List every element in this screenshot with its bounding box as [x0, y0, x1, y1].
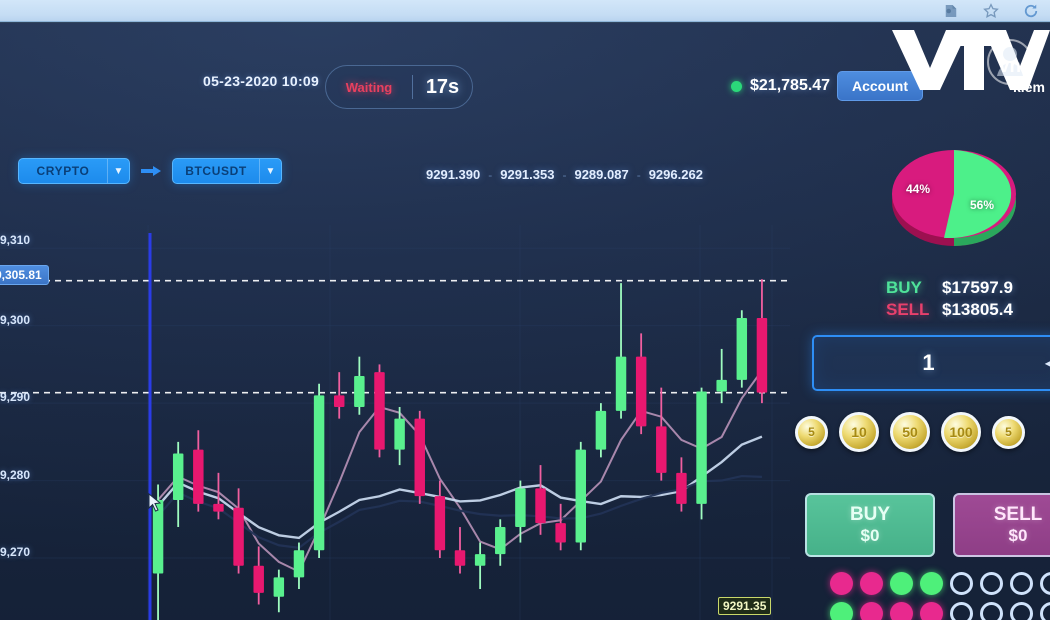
chevron-down-icon: ▼: [259, 159, 281, 183]
round-status-pill: Waiting 17s: [325, 65, 473, 109]
sell-total-value: $13805.4: [942, 300, 1013, 319]
sync-refresh-icon[interactable]: [1022, 2, 1040, 20]
sell-button[interactable]: SELL $0: [953, 493, 1050, 557]
buy-button[interactable]: BUY $0: [805, 493, 935, 557]
history-dot-pink: [830, 572, 853, 595]
trade-history-dots: [830, 572, 1050, 620]
pie-chart-svg: [892, 150, 1016, 246]
buy-total-label: BUY: [886, 278, 922, 297]
history-row: [830, 602, 1050, 620]
candlestick-chart[interactable]: 9291.35: [0, 225, 790, 620]
status-badge: Waiting: [345, 79, 393, 95]
chevron-left-icon[interactable]: ◀: [1045, 353, 1050, 373]
last-price-tag: 9291.35: [718, 597, 772, 615]
ohlc-separator: -: [488, 167, 493, 182]
sell-button-amount: $0: [1008, 526, 1028, 546]
history-dot-pink: [890, 602, 913, 620]
ohlc-high: 9296.262: [648, 167, 703, 182]
highlighted-price-badge: 9,305.81: [0, 265, 49, 285]
history-dot-green: [830, 602, 853, 620]
ohlc-separator: -: [562, 167, 567, 182]
session-datetime: 05-23-2020 10:09: [203, 73, 320, 89]
extension-icon[interactable]: [942, 2, 960, 20]
top-status-bar: 05-23-2020 10:09 Waiting 17s $21,785.47 …: [0, 23, 1050, 109]
buy-sell-totals: BUY $17597.9 SELL $13805.4: [886, 278, 1046, 322]
history-dot-pink: [860, 602, 883, 620]
mouse-cursor-icon: [148, 493, 162, 512]
chip-5[interactable]: 5: [992, 415, 1025, 449]
price-axis: 9,305.81 9,310 9,300 9,290 9,280 9,270: [0, 225, 70, 620]
balance-display: $21,785.47: [731, 77, 830, 95]
history-dot-empty: [950, 602, 973, 620]
chip-100[interactable]: 100: [941, 412, 981, 452]
trade-action-row: BUY $0 SELL $0: [805, 493, 1050, 557]
history-dot-pink: [860, 572, 883, 595]
trading-pair-dropdown[interactable]: BTCUSDT ▼: [172, 158, 282, 184]
price-axis-label: 9,310: [0, 233, 31, 247]
account-button[interactable]: Account: [837, 71, 923, 101]
history-dot-empty: [1040, 602, 1050, 620]
history-dot-empty: [1040, 572, 1050, 595]
history-dot-pink: [920, 602, 943, 620]
overlay-caption: kiem: [1013, 79, 1045, 95]
sell-total-row: SELL $13805.4: [886, 300, 1046, 320]
price-axis-label: 9,290: [0, 390, 31, 404]
buy-button-label: BUY: [849, 504, 891, 526]
chip-amount-row: 5 10 50 100 5: [795, 412, 1025, 452]
price-axis-label: 9,280: [0, 468, 31, 482]
buy-total-value: $17597.9: [942, 278, 1013, 297]
market-type-dropdown[interactable]: CRYPTO ▼: [18, 158, 130, 184]
price-axis-label: 9,270: [0, 545, 31, 559]
history-dot-empty: [980, 602, 1003, 620]
trade-amount-value: 1: [922, 350, 935, 375]
market-type-label: CRYPTO: [36, 164, 90, 178]
chip-5[interactable]: 5: [795, 415, 828, 449]
pie-sell-percent: 44%: [906, 182, 931, 196]
countdown-timer: 17s: [425, 75, 460, 98]
browser-toolbar: [0, 0, 1050, 22]
buy-button-amount: $0: [860, 526, 880, 546]
history-dot-green: [890, 572, 913, 595]
ohlc-separator: -: [636, 167, 641, 182]
chevron-down-icon: ▼: [107, 159, 129, 183]
bookmark-star-icon[interactable]: [982, 2, 1000, 20]
history-dot-empty: [1010, 572, 1033, 595]
trade-amount-input[interactable]: 1 ◀: [812, 335, 1050, 391]
screen-root: 05-23-2020 10:09 Waiting 17s $21,785.47 …: [0, 0, 1050, 620]
pie-buy-percent: 56%: [970, 198, 995, 212]
instrument-selector-row: CRYPTO ▼ BTCUSDT ▼: [18, 158, 282, 184]
buy-total-row: BUY $17597.9: [886, 278, 1046, 298]
account-button-label: Account: [852, 78, 908, 94]
trading-pair-label: BTCUSDT: [185, 164, 247, 178]
price-axis-label: 9,300: [0, 313, 31, 327]
chart-canvas[interactable]: [0, 225, 790, 620]
history-dot-green: [920, 572, 943, 595]
history-dot-empty: [1010, 602, 1033, 620]
chip-50[interactable]: 50: [890, 412, 930, 452]
history-dot-empty: [980, 572, 1003, 595]
ohlc-close: 9291.353: [500, 167, 555, 182]
browser-icon-group: [942, 2, 1040, 20]
chip-10[interactable]: 10: [839, 412, 879, 452]
history-row: [830, 572, 1050, 595]
balance-amount: $21,785.47: [750, 77, 831, 94]
sell-button-label: SELL: [993, 504, 1043, 526]
arrow-right-icon: [141, 166, 161, 176]
sell-total-label: SELL: [886, 300, 930, 319]
history-dot-empty: [950, 572, 973, 595]
ohlc-low: 9289.087: [574, 167, 629, 182]
ohlc-open: 9291.390: [426, 167, 481, 182]
balance-status-dot: [731, 80, 742, 92]
sentiment-pie-chart: 44% 56%: [882, 140, 1027, 250]
trading-panel: 44% 56% BUY $17597.9 SELL $13805.4 1 ◀ 5…: [790, 130, 1050, 620]
ohlc-values-row: 9291.390 - 9291.353 - 9289.087 - 9296.26…: [426, 167, 703, 182]
